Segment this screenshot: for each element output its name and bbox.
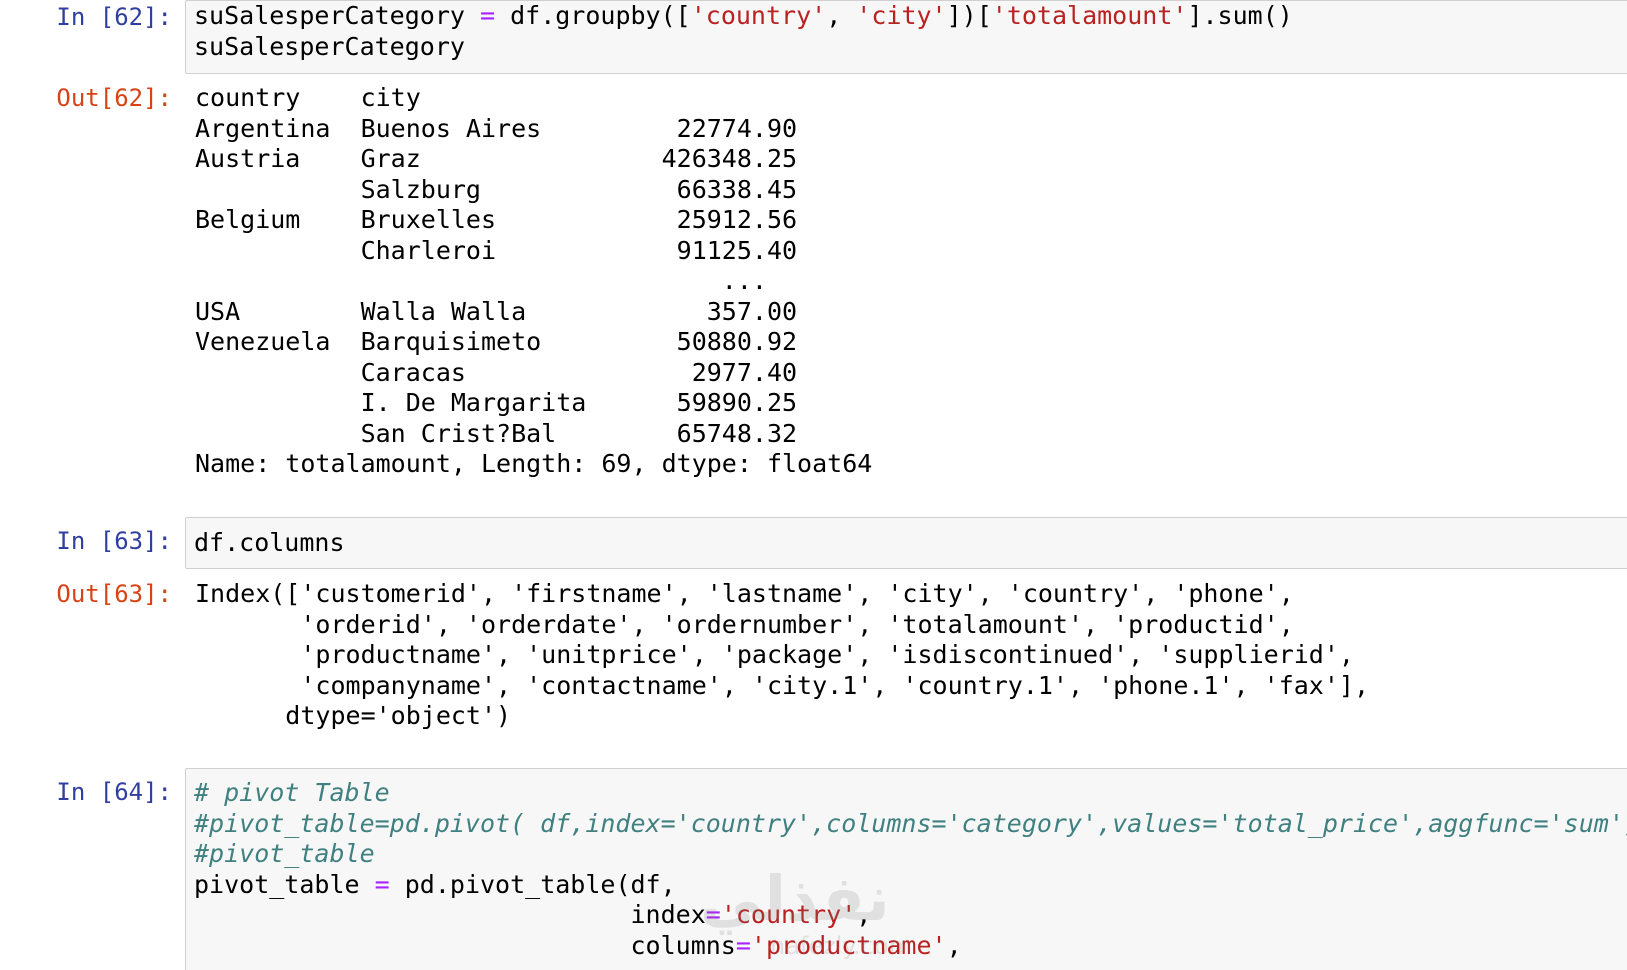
output-line: Austria Graz 426348.25 — [195, 144, 798, 173]
code-token: 'city' — [856, 1, 947, 30]
output-line: ... — [195, 266, 767, 295]
code-token: ].sum() — [1187, 1, 1293, 30]
code-token: 'country' — [690, 1, 827, 30]
code-line[interactable]: pivot_table = pd.pivot_table(df, — [194, 870, 1627, 901]
code-token: suSalesperCategory — [194, 31, 465, 61]
output-line: Argentina Buenos Aires 22774.90 — [195, 113, 798, 143]
code-token: 'country' — [720, 900, 857, 929]
code-token: columns — [194, 930, 736, 960]
output-62: country city Argentina Buenos Aires 22774… — [195, 83, 872, 480]
output-line: Venezuela Barquisimeto 50880.92 — [195, 327, 798, 356]
output-line: I. De Margarita 59890.25 — [195, 388, 798, 417]
code-token: df.groupby([ — [495, 1, 691, 30]
output-line: USA Walla Walla 357.00 — [195, 296, 798, 326]
code-token: ])[ — [946, 1, 992, 30]
input-prompt-63: In [63]: — [56, 527, 172, 555]
code-line[interactable]: # pivot Table — [194, 778, 1627, 809]
code-token: df.columns — [194, 528, 345, 557]
output-line: Index(['customerid', 'firstname', 'lastn… — [195, 579, 1294, 608]
output-line: Belgium Bruxelles 25912.56 — [195, 205, 798, 234]
output-line: San Crist?Bal 65748.32 — [195, 418, 798, 448]
code-token: pivot_table — [194, 869, 375, 899]
code-token: suSalesperCategory — [194, 1, 480, 30]
code-token: 'productname' — [750, 930, 947, 960]
code-line[interactable]: #pivot_table — [194, 839, 1627, 870]
code-line[interactable]: index='country', — [194, 900, 1627, 931]
output-line: Charleroi 91125.40 — [195, 235, 798, 265]
code-token: , — [856, 900, 872, 929]
code-token: 'totalamount' — [991, 1, 1188, 30]
code-token: pd.pivot_table(df, — [389, 869, 676, 899]
input-prompt-62: In [62]: — [56, 3, 172, 31]
output-line: dtype='object') — [195, 701, 512, 730]
output-line: Name: totalamount, Length: 69, dtype: fl… — [195, 449, 873, 478]
output-line: 'orderid', 'orderdate', 'ordernumber', '… — [195, 609, 1294, 639]
code-cell-62[interactable]: suSalesperCategory = df.groupby(['countr… — [185, 0, 1627, 74]
code-token: #pivot_table — [194, 839, 375, 868]
code-token: = — [735, 930, 751, 960]
output-63: Index(['customerid', 'firstname', 'lastn… — [195, 579, 1369, 732]
output-line: Caracas 2977.40 — [195, 357, 798, 387]
code-lines: suSalesperCategory = df.groupby(['countr… — [194, 1, 1293, 62]
code-token: = — [479, 1, 496, 30]
code-token: # pivot Table — [194, 778, 390, 807]
code-lines: df.columns — [194, 528, 345, 559]
code-cell-63[interactable]: df.columns — [185, 517, 1627, 569]
code-line[interactable]: columns='productname', — [194, 931, 1627, 962]
code-cell-64[interactable]: # pivot Table #pivot_table=pd.pivot( df,i… — [185, 768, 1627, 970]
code-line[interactable]: #pivot_table=pd.pivot( df,index='country… — [194, 809, 1627, 840]
output-line: Salzburg 66338.45 — [195, 174, 798, 204]
code-token: index — [194, 900, 706, 929]
code-token: , — [946, 930, 962, 960]
output-prompt-63: Out[63]: — [56, 580, 172, 608]
code-line[interactable]: suSalesperCategory — [194, 32, 1293, 63]
code-token: #pivot_table=pd.pivot( df,index='country… — [194, 808, 1627, 838]
code-token: = — [705, 900, 721, 929]
code-line[interactable]: suSalesperCategory = df.groupby(['countr… — [194, 1, 1293, 32]
code-line[interactable]: df.columns — [194, 528, 345, 559]
code-token: = — [374, 869, 390, 899]
output-line: country city — [195, 83, 421, 112]
code-lines: # pivot Table #pivot_table=pd.pivot( df,i… — [194, 778, 1627, 961]
code-token: , — [826, 1, 857, 30]
output-prompt-62: Out[62]: — [56, 84, 172, 112]
output-line: 'productname', 'unitprice', 'package', '… — [195, 640, 1354, 669]
input-prompt-64: In [64]: — [56, 778, 172, 806]
output-line: 'companyname', 'contactname', 'city.1', … — [195, 670, 1369, 700]
